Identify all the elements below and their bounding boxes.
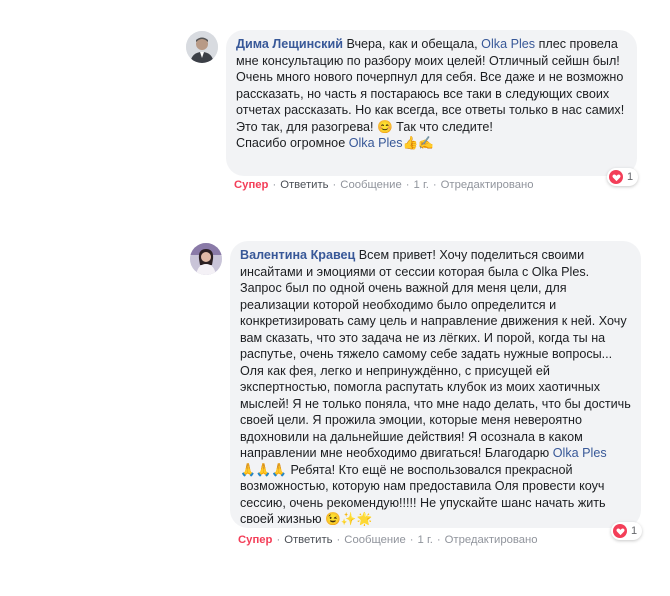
- heart-icon: [613, 524, 627, 538]
- emoji: 👍✍: [402, 136, 434, 150]
- pray-emoji: 🙏🙏🙏: [240, 462, 288, 477]
- avatar[interactable]: [186, 31, 218, 63]
- comment-text: Ребята! Кто ещё не воспользовался прекра…: [240, 462, 606, 527]
- reaction-count: 1: [631, 525, 638, 537]
- reply-button[interactable]: Ответить: [284, 534, 332, 546]
- comment-time[interactable]: 1 г.: [414, 179, 429, 191]
- edited-label[interactable]: Отредактировано: [445, 534, 538, 546]
- reaction-badge[interactable]: 1: [611, 522, 643, 540]
- emoji: 😉✨🌟: [325, 512, 373, 526]
- message-button[interactable]: Сообщение: [340, 179, 401, 191]
- comment-author[interactable]: Дима Лещинский: [236, 37, 343, 51]
- avatar-valentina-icon: [190, 243, 222, 275]
- mention-link[interactable]: Olka Ples: [553, 446, 607, 460]
- comment-paragraph: Очень много нового почерпнул для себя. В…: [236, 69, 627, 135]
- comment-paragraph: Спасибо огромное Olka Ples 👍✍: [236, 135, 627, 152]
- message-button[interactable]: Сообщение: [344, 534, 405, 546]
- reply-button[interactable]: Ответить: [280, 179, 328, 191]
- smile-emoji: 😊: [377, 119, 393, 134]
- comment-bubble: Дима Лещинский Вчера, как и обещала, Olk…: [226, 30, 637, 176]
- comment-text: Всем привет! Хочу поделиться своими инса…: [240, 248, 631, 460]
- like-button[interactable]: Супер: [238, 534, 272, 546]
- comment-bubble: Валентина Кравец Всем привет! Хочу подел…: [230, 241, 641, 528]
- heart-icon: [609, 170, 623, 184]
- avatar[interactable]: [190, 243, 222, 275]
- avatar-dima-icon: [186, 31, 218, 63]
- comment-actions: Супер · Ответить · Сообщение · 1 г. · Отредактир…: [234, 179, 534, 191]
- comment-time[interactable]: 1 г.: [418, 534, 433, 546]
- reaction-count: 1: [627, 171, 634, 183]
- comment-actions: Супер · Ответить · Сообщение · 1 г. · Отредактир…: [238, 534, 538, 546]
- comment-text: Спасибо огромное: [236, 136, 349, 150]
- comment-text: Так что следите!: [392, 119, 493, 134]
- comment-text: Вчера, как и обещала,: [342, 37, 482, 51]
- like-button[interactable]: Супер: [234, 179, 268, 191]
- mention-link[interactable]: Olka Ples: [349, 136, 403, 150]
- comment-author[interactable]: Валентина Кравец: [240, 248, 355, 262]
- reaction-badge[interactable]: 1: [607, 168, 639, 186]
- edited-label[interactable]: Отредактировано: [441, 179, 534, 191]
- mention-link[interactable]: Olka Ples: [481, 37, 535, 51]
